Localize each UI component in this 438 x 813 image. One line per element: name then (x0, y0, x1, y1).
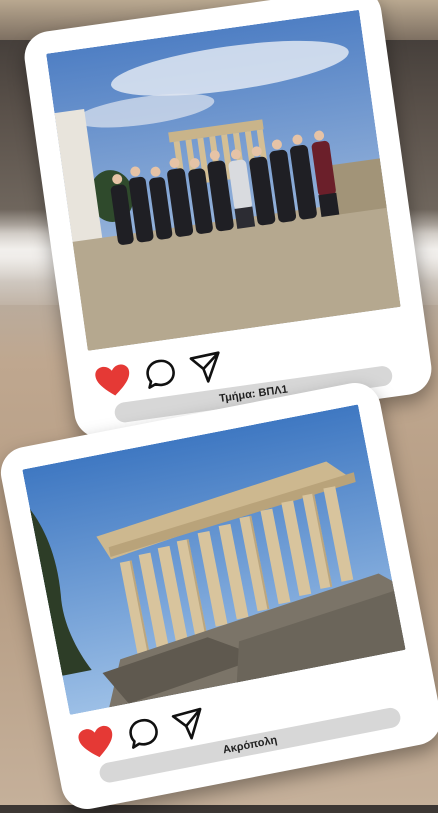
share-icon[interactable] (169, 705, 209, 745)
comment-icon[interactable] (124, 713, 164, 753)
parthenon-photo (22, 404, 406, 716)
heart-icon[interactable] (75, 722, 119, 763)
photo-card-group: Τμήμα: ΒΠΛ1 (21, 0, 435, 442)
comment-icon[interactable] (142, 355, 180, 393)
photo-card-parthenon: Ακρόπολη (0, 378, 438, 813)
heart-icon[interactable] (92, 361, 134, 400)
share-icon[interactable] (187, 348, 225, 386)
group-photo (46, 9, 401, 351)
